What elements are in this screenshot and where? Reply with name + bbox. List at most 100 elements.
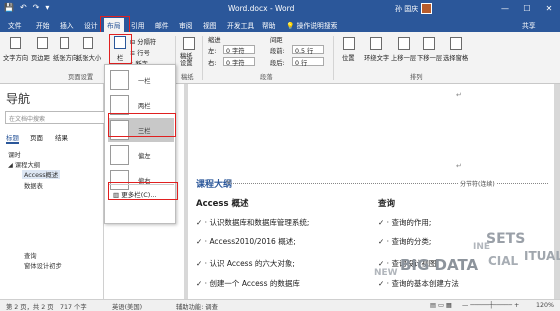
orientation-button[interactable]: 纸张方向	[53, 53, 78, 62]
view-buttons[interactable]: ▤ ▭ ▦	[430, 302, 452, 309]
watermark-text: NEW	[374, 268, 398, 278]
columns-left-option[interactable]: 偏左	[108, 143, 174, 167]
one-column-icon	[110, 70, 129, 90]
section-break-label: 分节符(连续)	[458, 179, 497, 188]
indent-right-label: 右:	[208, 60, 217, 67]
draft-button[interactable]: 稿纸设置	[180, 53, 198, 67]
margins-button[interactable]: 页边距	[31, 53, 50, 62]
paragraph-mark: ↵	[456, 162, 462, 170]
close-button[interactable]: ✕	[538, 0, 560, 18]
nav-tab-headings[interactable]: 标题	[6, 132, 19, 144]
collapse-icon[interactable]: ◢	[8, 162, 15, 169]
send-backward-icon	[423, 37, 435, 50]
group-paragraph: 段落	[260, 74, 273, 81]
option-label: 偏左	[138, 153, 151, 160]
spacing-after-input[interactable]: 0 行	[292, 57, 324, 67]
minimize-button[interactable]: —	[494, 0, 516, 18]
nav-item[interactable]: 数据表	[24, 181, 43, 190]
spacing-before-input[interactable]: 0.5 行	[292, 45, 324, 55]
tab-help[interactable]: 帮助	[262, 20, 276, 30]
window-controls: — ☐ ✕	[494, 0, 560, 18]
tell-me-search[interactable]: 💡 操作说明搜索	[286, 20, 337, 30]
tab-file[interactable]: 文件	[8, 20, 22, 30]
list-item-text: 创建一个 Access 的数据库	[209, 279, 300, 288]
text-direction-button[interactable]: 文字方向	[3, 53, 28, 62]
ribbon-tabs: 文件 开始 插入 设计 布局 引用 邮件 审阅 视图 开发工具 帮助 💡 操作说…	[0, 18, 560, 32]
tab-review[interactable]: 审阅	[179, 20, 193, 30]
bring-forward-button[interactable]: 上移一层	[391, 53, 416, 62]
list-item-text: 认识 Access 的六大对象;	[209, 259, 295, 268]
paragraph-mark: ↵	[456, 91, 462, 99]
column1-title: Access 概述	[196, 199, 249, 209]
list-item-text: Access2010/2016 概述;	[209, 237, 296, 246]
word-count[interactable]: 717 个字	[60, 302, 87, 311]
zoom-slider[interactable]: — ─────┼───── +	[462, 302, 519, 309]
redo-icon[interactable]: ↷	[33, 3, 40, 12]
position-icon	[343, 37, 355, 50]
undo-icon[interactable]: ↶	[20, 3, 27, 12]
nav-item[interactable]: ◢ 课程大纲	[8, 160, 40, 169]
user-account[interactable]: 孙 国庆	[395, 3, 433, 14]
orientation-icon	[60, 37, 69, 49]
draft-icon	[183, 37, 195, 50]
nav-item[interactable]: Access概述	[22, 170, 61, 179]
nav-item[interactable]: 课时	[8, 150, 21, 159]
list-item-text: 认识数据库和数据库管理系统;	[209, 218, 310, 227]
quick-access-toolbar: 💾 ↶ ↷ ▾	[4, 3, 49, 12]
tab-home[interactable]: 开始	[36, 20, 50, 30]
maximize-button[interactable]: ☐	[516, 0, 538, 18]
list-item: ✓ · 认识数据库和数据库管理系统;	[196, 218, 310, 227]
tab-insert[interactable]: 插入	[60, 20, 74, 30]
option-label: 一栏	[138, 78, 151, 85]
left-column-icon	[110, 145, 129, 165]
margins-icon	[37, 37, 48, 49]
send-backward-button[interactable]: 下移一层	[417, 53, 442, 62]
watermark-text: ITUAL	[524, 249, 560, 263]
size-button[interactable]: 纸张大小	[76, 53, 101, 62]
lightbulb-icon: 💡	[286, 22, 295, 30]
watermark-text: BIG DATA	[400, 256, 479, 274]
highlight-more-columns	[108, 182, 178, 200]
zoom-level[interactable]: 120%	[536, 302, 554, 309]
tab-view[interactable]: 视图	[203, 20, 217, 30]
tell-me-label: 操作说明搜索	[296, 22, 338, 30]
watermark-text: SETS	[486, 231, 526, 247]
indent-right-input[interactable]: 0 字符	[223, 57, 255, 67]
tab-mailings[interactable]: 邮件	[155, 20, 169, 30]
bring-forward-icon	[398, 37, 410, 50]
tab-design[interactable]: 设计	[84, 20, 98, 30]
share-button[interactable]: 共享	[522, 20, 536, 30]
indent-left-input[interactable]: 0 字符	[223, 45, 255, 55]
position-button[interactable]: 位置	[342, 53, 355, 62]
document-area: ↵ ↵ 课程大纲 ↵ 分节符(连续) Access 概述 ✓ · 认识数据库和数…	[184, 84, 560, 299]
spacing-label: 间距	[270, 37, 283, 44]
wrap-text-button[interactable]: 环绕文字	[364, 53, 389, 62]
status-bar: 第 2 页，共 2 页 717 个字 英语(美国) 辅助功能: 调查 ▤ ▭ ▦…	[0, 299, 560, 311]
text-direction-icon	[10, 37, 21, 49]
selection-pane-button[interactable]: 选择窗格	[443, 53, 468, 62]
nav-tab-pages[interactable]: 页面	[30, 132, 43, 142]
nav-tab-results[interactable]: 结果	[55, 132, 68, 142]
two-columns-icon	[110, 95, 129, 115]
breaks-button[interactable]: ⊟ 分隔符	[130, 37, 156, 46]
tab-developer[interactable]: 开发工具	[227, 20, 254, 30]
save-icon[interactable]: 💾	[4, 3, 14, 12]
language[interactable]: 英语(美国)	[112, 302, 142, 311]
list-item-text: 查询的分类;	[391, 237, 432, 246]
highlight-three-columns	[108, 113, 176, 137]
page-count[interactable]: 第 2 页，共 2 页	[6, 302, 54, 311]
customize-qat-icon[interactable]: ▾	[45, 3, 49, 12]
ribbon: 文字方向 页边距 纸张方向 纸张大小 栏 ⊟ 分隔符 ≡ 行号 ⁻ 断字 页面设…	[0, 32, 560, 84]
line-numbers-button[interactable]: ≡ 行号	[130, 48, 150, 57]
tab-references[interactable]: 引用	[131, 20, 145, 30]
indent-label: 缩进	[208, 37, 221, 44]
separator	[333, 36, 334, 80]
nav-item[interactable]: 窗体设计初步	[24, 261, 62, 270]
list-item: ✓ · 认识 Access 的六大对象;	[196, 259, 295, 268]
accessibility-status[interactable]: 辅助功能: 调查	[176, 302, 218, 311]
avatar[interactable]	[421, 3, 433, 14]
title-bar: 💾 ↶ ↷ ▾ Word.docx - Word 孙 国庆 — ☐ ✕	[0, 0, 560, 18]
columns-one-option[interactable]: 一栏	[108, 68, 174, 92]
columns-dropdown: 一栏 两栏 三栏 偏左 偏右 ▥ 更多栏(C)...	[104, 64, 176, 224]
nav-item[interactable]: 查询	[24, 251, 37, 260]
